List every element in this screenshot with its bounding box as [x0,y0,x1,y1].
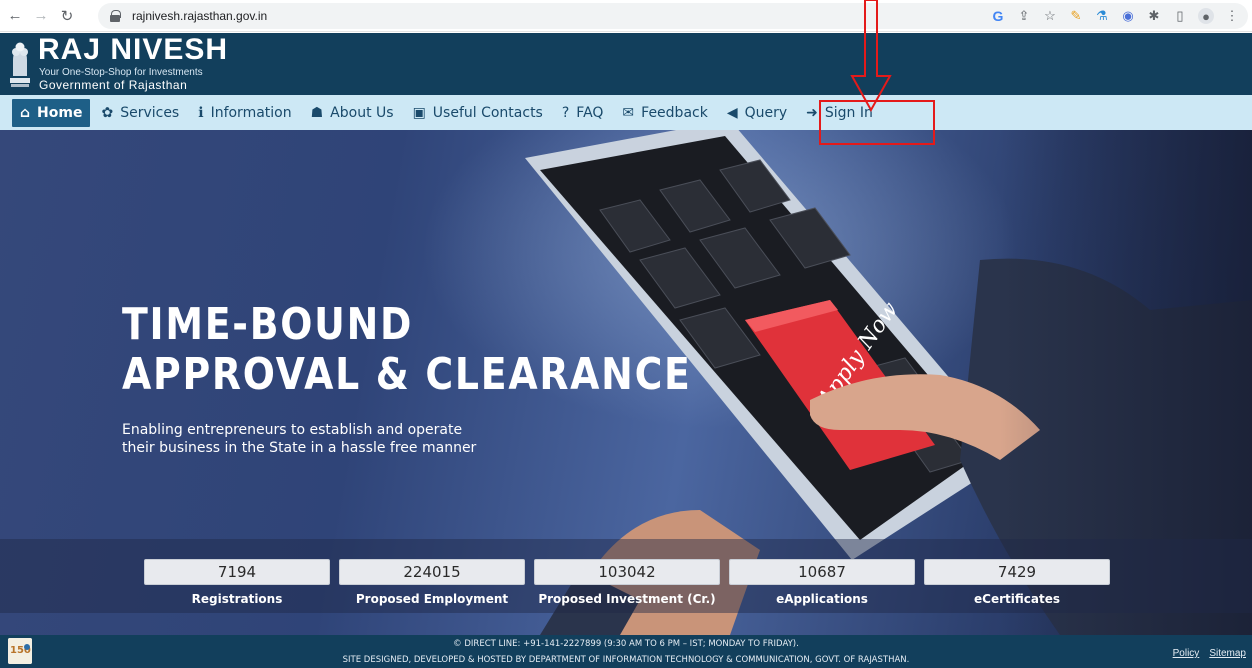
hero-subtitle: Enabling entrepreneurs to establish and … [122,421,476,457]
stat-label: eApplications [776,592,868,606]
footer-links: Policy Sitemap [1173,648,1246,659]
nav-about-us[interactable]: ☗ About Us [303,99,402,127]
browser-toolbar: ← → ↻ rajnivesh.rajasthan.gov.in G ⇪ ☆ ✎… [0,0,1252,32]
stat-proposed-employment: 224015 Proposed Employment [339,559,525,606]
stat-proposed-investment: 103042 Proposed Investment (Cr.) [534,559,720,606]
state-emblem-icon [10,42,30,87]
footer-direct-line: © DIRECT LINE: +91-141-2227899 (9:30 AM … [453,639,799,649]
hero-title: TIME-BOUND APPROVAL & CLEARANCE [122,300,692,400]
footer-link-policy[interactable]: Policy [1173,648,1200,659]
stat-value: 10687 [729,559,915,585]
nav-query[interactable]: ◀ Query [719,99,795,127]
nav-about-us-label: About Us [330,104,394,121]
star-icon[interactable]: ☆ [1042,8,1058,24]
contact-book-icon: ▣ [412,104,426,121]
flask-extension-icon[interactable]: ⚗ [1094,8,1110,24]
main-navigation: ⌂ Home ✿ Services ℹ Information ☗ About … [0,95,1252,130]
footer-credits: SITE DESIGNED, DEVELOPED & HOSTED BY DEP… [342,655,910,665]
nav-useful-contacts[interactable]: ▣ Useful Contacts [405,99,551,127]
stat-value: 7429 [924,559,1110,585]
google-icon[interactable]: G [990,8,1006,24]
home-icon: ⌂ [20,104,31,121]
stat-registrations: 7194 Registrations [144,559,330,606]
profile-icon[interactable]: ● [1198,8,1214,24]
user-icon: ☗ [310,104,324,121]
site-government: Government of Rajasthan [39,78,188,92]
nav-faq-label: FAQ [576,104,604,121]
annotation-highlight-box [819,100,935,145]
stat-value: 103042 [534,559,720,585]
gear-icon: ✿ [101,104,114,121]
share-icon[interactable]: ⇪ [1016,8,1032,24]
stat-label: eCertificates [974,592,1060,606]
hero-title-line2: APPROVAL & CLEARANCE [122,349,692,400]
question-icon: ? [561,104,570,121]
pen-extension-icon[interactable]: ✎ [1068,8,1084,24]
url-text: rajnivesh.rajasthan.gov.in [132,9,268,23]
info-icon: ℹ [198,104,204,121]
stat-label: Registrations [191,592,283,606]
nav-useful-contacts-label: Useful Contacts [432,104,543,121]
menu-icon[interactable]: ⋮ [1224,8,1240,24]
site-footer: 150 © DIRECT LINE: +91-141-2227899 (9:30… [0,635,1252,668]
stat-label: Proposed Employment [355,592,509,606]
hero-subtitle-line2: their business in the State in a hassle … [122,440,477,456]
sign-in-icon: ➜ [806,104,818,121]
nav-services[interactable]: ✿ Services [93,99,187,127]
stat-value: 224015 [339,559,525,585]
forward-icon[interactable]: → [30,5,52,27]
back-icon[interactable]: ← [4,5,26,27]
record-extension-icon[interactable]: ◉ [1120,8,1136,24]
footer-link-sitemap[interactable]: Sitemap [1209,648,1246,659]
hero-subtitle-line1: Enabling entrepreneurs to establish and … [122,422,463,438]
statistics-strip: 7194 Registrations 224015 Proposed Emplo… [0,539,1252,613]
address-bar[interactable]: rajnivesh.rajasthan.gov.in G ⇪ ☆ ✎ ⚗ ◉ ✱… [98,3,1248,29]
toolbar-icons: G ⇪ ☆ ✎ ⚗ ◉ ✱ ▯ ● ⋮ [990,3,1240,29]
site-tagline: Your One-Stop-Shop for Investments [39,67,203,78]
hero-title-line1: TIME-BOUND [122,299,414,350]
site-header: RAJ NIVESH Your One-Stop-Shop for Invest… [0,33,1252,95]
puzzle-extension-icon[interactable]: ✱ [1146,8,1162,24]
nav-query-label: Query [744,104,788,121]
stat-eapplications: 10687 eApplications [729,559,915,606]
lock-icon[interactable] [110,10,121,22]
site-title[interactable]: RAJ NIVESH [38,33,228,67]
megaphone-icon: ◀ [726,104,738,121]
nav-feedback-label: Feedback [641,104,708,121]
comments-icon: ✉ [622,104,635,121]
nav-faq[interactable]: ? FAQ [554,99,612,127]
stat-ecertificates: 7429 eCertificates [924,559,1110,606]
reload-icon[interactable]: ↻ [56,5,78,27]
nav-home[interactable]: ⌂ Home [12,98,91,127]
nav-home-label: Home [37,104,83,121]
stat-label: Proposed Investment (Cr.) [538,592,716,606]
nav-information[interactable]: ℹ Information [190,99,299,127]
stat-value: 7194 [144,559,330,585]
nav-information-label: Information [210,104,292,121]
sidepanel-icon[interactable]: ▯ [1172,8,1188,24]
nav-feedback[interactable]: ✉ Feedback [614,99,715,127]
nav-services-label: Services [120,104,180,121]
annotation-arrow [850,0,892,113]
